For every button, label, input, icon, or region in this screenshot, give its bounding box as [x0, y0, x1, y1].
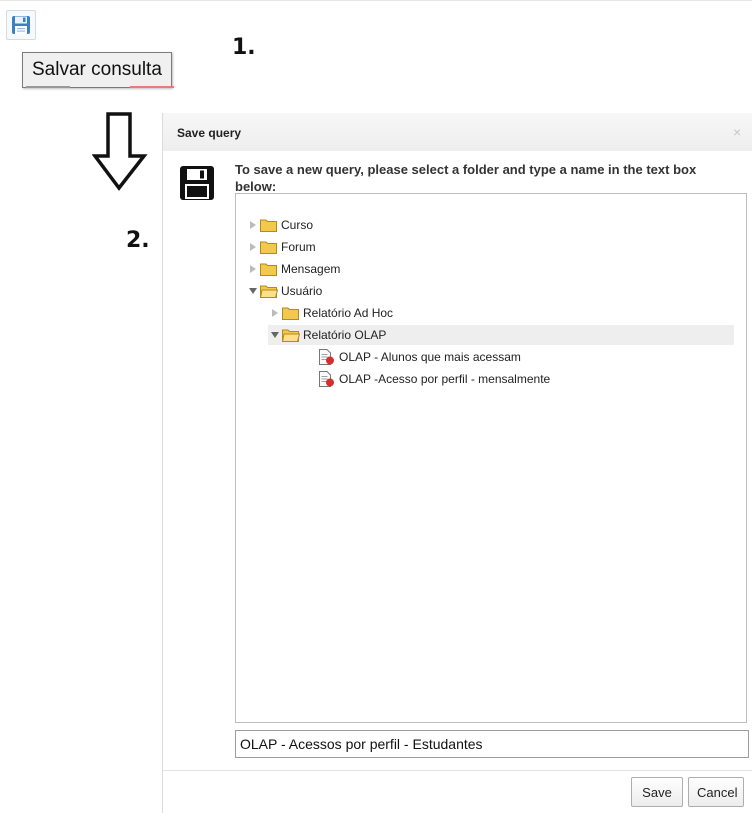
tree-item-label: Mensagem — [281, 262, 341, 276]
save-tooltip: Salvar consulta — [22, 52, 172, 88]
tree-item-folder[interactable]: Relatório Ad Hoc — [268, 303, 393, 323]
dialog-title: Save query — [177, 126, 242, 140]
folder-icon — [260, 219, 277, 232]
expanded-arrow-icon[interactable] — [268, 325, 282, 345]
folder-open-icon — [260, 285, 278, 298]
tree-item-label: Forum — [281, 240, 316, 254]
folder-tree: Curso Forum Mensagem Usuário Relatório Ad Ho… — [235, 193, 747, 723]
tree-item-report[interactable]: OLAP -Acesso por perfil - mensalmente — [304, 369, 550, 389]
folder-icon — [282, 307, 299, 320]
dialog-instructions: To save a new query, please select a fol… — [235, 162, 697, 194]
cancel-button[interactable]: Cancel — [688, 777, 744, 807]
down-arrow-icon — [92, 112, 148, 191]
tree-item-label: Relatório OLAP — [303, 328, 387, 342]
top-divider — [0, 0, 752, 1]
collapsed-arrow-icon[interactable] — [246, 259, 260, 279]
report-file-icon — [319, 371, 334, 387]
floppy-disk-icon — [180, 166, 214, 200]
tree-item-label: OLAP -Acesso por perfil - mensalmente — [339, 372, 551, 386]
obscured-text — [26, 86, 70, 88]
tree-item-label: Curso — [281, 218, 314, 232]
expanded-arrow-icon[interactable] — [246, 281, 260, 301]
tree-item-label: Relatório Ad Hoc — [303, 306, 394, 320]
tree-item-folder[interactable]: Curso — [246, 215, 313, 235]
save-button[interactable]: Save — [631, 777, 683, 807]
tree-item-folder[interactable]: Forum — [246, 237, 316, 257]
query-name-input[interactable] — [235, 730, 749, 758]
collapsed-arrow-icon[interactable] — [268, 303, 282, 323]
save-toolbar-button[interactable] — [6, 10, 36, 40]
step-two-label: 2. — [126, 228, 150, 253]
tree-item-report[interactable]: OLAP - Alunos que mais acessam — [304, 347, 521, 367]
obscured-text — [130, 86, 174, 88]
folder-open-icon — [282, 329, 300, 342]
report-file-icon — [319, 349, 334, 365]
floppy-disk-icon — [12, 16, 30, 34]
tree-item-label: OLAP - Alunos que mais acessam — [339, 350, 521, 364]
folder-icon — [260, 263, 277, 276]
tree-item-folder[interactable]: Usuário — [246, 281, 322, 301]
dialog-header: Save query × — [163, 113, 752, 151]
close-icon[interactable]: × — [733, 124, 741, 140]
save-query-dialog: Save query × To save a new query, please… — [162, 113, 752, 813]
folder-icon — [260, 241, 277, 254]
tree-item-folder-selected[interactable]: Relatório OLAP — [268, 325, 734, 345]
step-one-label: 1. — [232, 35, 256, 60]
tree-item-folder[interactable]: Mensagem — [246, 259, 340, 279]
collapsed-arrow-icon[interactable] — [246, 237, 260, 257]
collapsed-arrow-icon[interactable] — [246, 215, 260, 235]
footer-divider — [163, 770, 752, 771]
tree-item-label: Usuário — [281, 284, 323, 298]
